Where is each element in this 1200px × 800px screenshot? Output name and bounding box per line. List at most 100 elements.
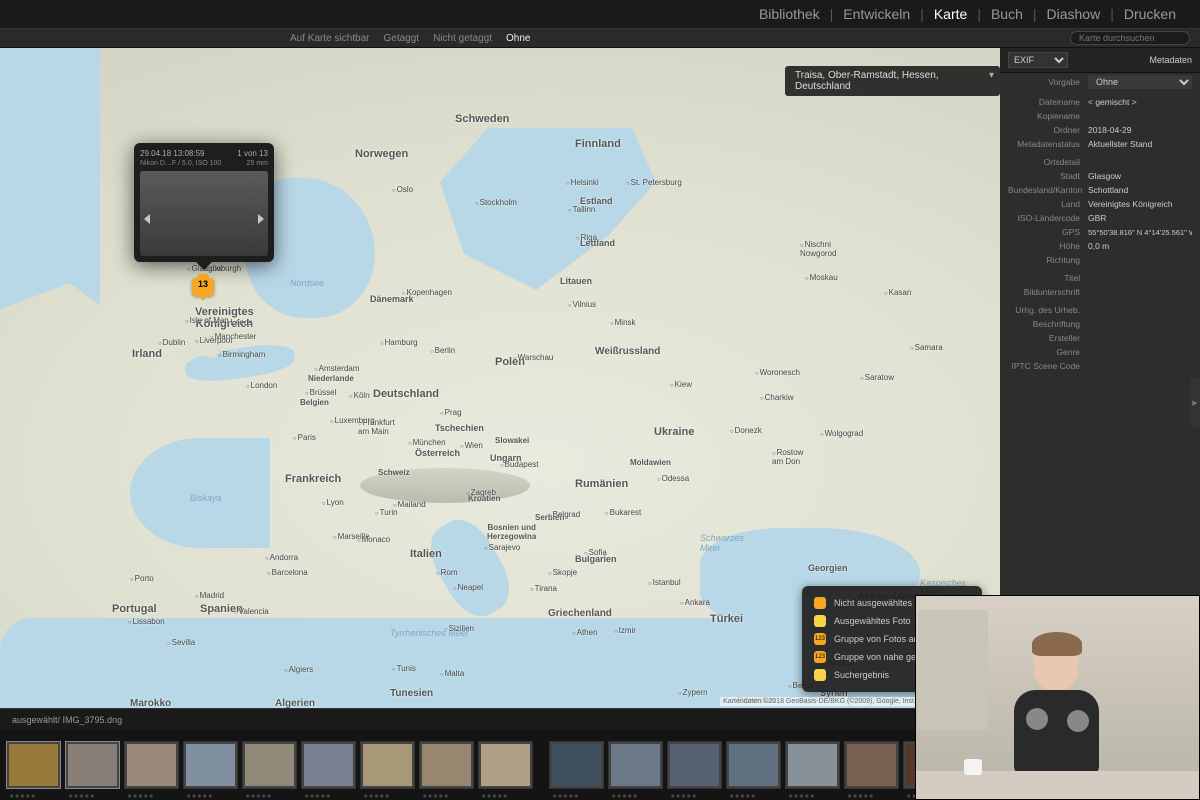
- ctry: Weißrussland: [595, 346, 660, 357]
- field-gps[interactable]: 55°50'38.816" N 4°14'25.561" W: [1088, 228, 1192, 237]
- map-pin-cluster[interactable]: 13: [192, 278, 214, 296]
- thumbnail[interactable]: ★★★★★: [549, 741, 604, 789]
- city: Saratow: [860, 373, 894, 382]
- ctry: Tschechien: [435, 423, 484, 433]
- city: Leeds: [226, 318, 252, 327]
- nav-buch[interactable]: Buch: [981, 6, 1033, 22]
- thumbnail[interactable]: ★★★★★: [419, 741, 474, 789]
- city: Moskau: [805, 273, 838, 282]
- location-pill[interactable]: Traisa, Ober-Ramstadt, Hessen, Deutschla…: [785, 66, 1000, 96]
- city: Wien: [460, 441, 483, 450]
- thumbnail[interactable]: ★★★★★: [124, 741, 179, 789]
- panel-grabber-icon[interactable]: ▶: [1190, 378, 1200, 428]
- ctry: Schweiz: [378, 468, 410, 477]
- webcam-overlay: [915, 595, 1200, 800]
- panel-left-dropdown[interactable]: EXIF: [1008, 52, 1068, 68]
- thumbnail[interactable]: ★★★★★: [301, 741, 356, 789]
- city: Budapest: [500, 460, 538, 469]
- ctry: Marokko: [130, 698, 171, 708]
- sea-label: Biskaya: [190, 493, 222, 503]
- city: Andorra: [265, 553, 298, 562]
- city: Algiers: [284, 665, 313, 674]
- city: Skopje: [548, 568, 577, 577]
- city: Zypern: [678, 688, 708, 697]
- nav-entwickeln[interactable]: Entwickeln: [833, 6, 920, 22]
- ctry: Georgien: [808, 563, 848, 573]
- nav-karte[interactable]: Karte: [924, 6, 977, 22]
- thumbnail[interactable]: ★★★★★: [6, 741, 61, 789]
- city: Lissabon: [128, 617, 165, 626]
- city: Wolgograd: [820, 429, 863, 438]
- city: Izmir: [614, 626, 636, 635]
- ctry: Niederlande: [308, 374, 354, 383]
- thumbnail[interactable]: ★★★★★: [667, 741, 722, 789]
- city: Neapel: [453, 583, 483, 592]
- city: Kasan: [884, 288, 911, 297]
- field-city[interactable]: Glasgow: [1088, 171, 1192, 181]
- city: Berlin: [430, 346, 455, 355]
- tb-tagged[interactable]: Getaggt: [383, 33, 419, 44]
- city: Samara: [910, 343, 943, 352]
- popup-thumbnail[interactable]: [140, 171, 268, 256]
- thumbnail[interactable]: ★★★★★: [360, 741, 415, 789]
- city: Tunis: [392, 664, 416, 673]
- city: Turin: [375, 508, 398, 517]
- city: Madrid: [195, 591, 224, 600]
- city: Köln: [349, 391, 370, 400]
- thumbnail[interactable]: ★★★★★: [844, 741, 899, 789]
- ctry: Griechenland: [548, 608, 612, 619]
- city: Kopenhagen: [402, 288, 452, 297]
- nav-drucken[interactable]: Drucken: [1114, 6, 1186, 22]
- city: Donezk: [730, 426, 762, 435]
- city: Zagreb: [466, 488, 496, 497]
- ctry: Rumänien: [575, 478, 628, 490]
- legend-icon: [814, 597, 826, 609]
- city: Valencia: [234, 607, 269, 616]
- field-iso[interactable]: GBR: [1088, 213, 1192, 223]
- field-folder[interactable]: 2018-04-29: [1088, 125, 1192, 135]
- nav-diashow[interactable]: Diashow: [1037, 6, 1111, 22]
- city: Minsk: [610, 318, 636, 327]
- popup-date: 29.04.18 13:08:59: [140, 149, 205, 158]
- city: Birmingham: [218, 350, 265, 359]
- tb-untagged[interactable]: Nicht getaggt: [433, 33, 492, 44]
- city: Kiew: [670, 380, 692, 389]
- thumbnail[interactable]: ★★★★★: [785, 741, 840, 789]
- nav-bibliothek[interactable]: Bibliothek: [749, 6, 830, 22]
- sea-label: Schwarzes Meer: [700, 533, 744, 553]
- city: Tallinn: [568, 205, 595, 214]
- thumbnail[interactable]: ★★★★★: [478, 741, 533, 789]
- thumbnail[interactable]: ★★★★★: [183, 741, 238, 789]
- thumbnail[interactable]: ★★★★★: [65, 741, 120, 789]
- field-filename[interactable]: < gemischt >: [1088, 97, 1192, 107]
- field-state[interactable]: Schottland: [1088, 185, 1192, 195]
- tb-visible[interactable]: Auf Karte sichtbar: [290, 33, 369, 44]
- city: Sofia: [584, 548, 607, 557]
- city: Porto: [130, 574, 154, 583]
- field-country[interactable]: Vereinigtes Königreich: [1088, 199, 1192, 209]
- map-search-input[interactable]: [1070, 31, 1190, 45]
- city: Athen: [572, 628, 598, 637]
- city: Hamburg: [380, 338, 418, 347]
- city: Isle of Man: [185, 316, 229, 325]
- legend-icon: 123: [814, 633, 826, 645]
- tb-none[interactable]: Ohne: [506, 33, 530, 44]
- ctry: Finnland: [575, 138, 621, 150]
- ctry: Norwegen: [355, 148, 408, 160]
- map-canvas[interactable]: Nordsee Tyrrhenisches Meer Schwarzes Mee…: [0, 48, 1000, 708]
- preset-select[interactable]: Ohne: [1088, 75, 1192, 89]
- ctry: Österreich: [415, 448, 460, 458]
- ctry: Litauen: [560, 276, 592, 286]
- thumbnail[interactable]: ★★★★★: [608, 741, 663, 789]
- panel-title[interactable]: Metadaten: [1149, 55, 1192, 65]
- ctry: Deutschland: [373, 388, 439, 400]
- legend-icon: [814, 669, 826, 681]
- legend-icon: [814, 615, 826, 627]
- field-altitude[interactable]: 0,0 m: [1088, 241, 1192, 251]
- sea-label: Nordsee: [290, 278, 324, 288]
- ctry: Tunesien: [390, 688, 433, 699]
- map-toolbar: Auf Karte sichtbar Getaggt Nicht getaggt…: [0, 28, 1200, 48]
- thumbnail[interactable]: ★★★★★: [726, 741, 781, 789]
- ctry: Türkei: [710, 613, 743, 625]
- thumbnail[interactable]: ★★★★★: [242, 741, 297, 789]
